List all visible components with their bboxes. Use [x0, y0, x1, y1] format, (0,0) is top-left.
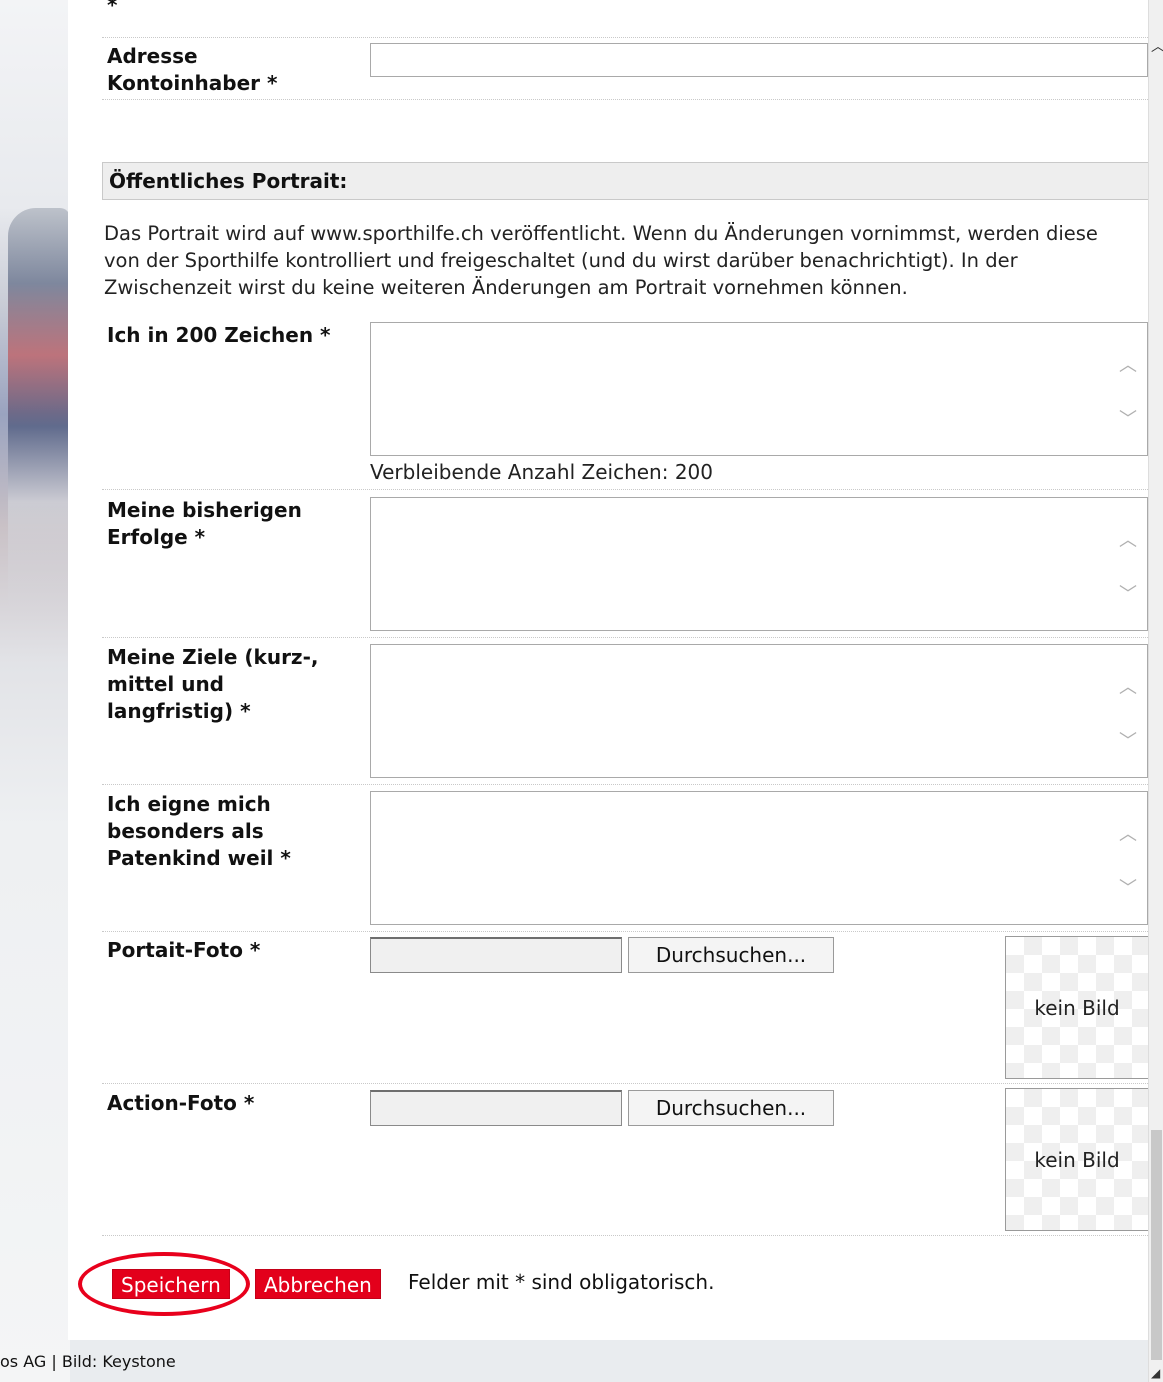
top-label-asterisk: * — [107, 0, 118, 17]
portrait-photo-browse-button[interactable]: Durchsuchen... — [628, 937, 834, 973]
chevron-up-icon[interactable]: ︿ — [1151, 36, 1163, 56]
portrait-photo-label: Portait-Foto * — [107, 938, 261, 962]
scroll-down-icon[interactable]: ﹀ — [1119, 727, 1137, 753]
divider — [102, 1083, 1148, 1084]
cancel-button[interactable]: Abbrechen — [255, 1269, 381, 1299]
divider — [102, 37, 1148, 38]
divider — [102, 99, 1148, 100]
scroll-down-icon[interactable]: ﹀ — [1119, 405, 1137, 431]
required-fields-note: Felder mit * sind obligatorisch. — [408, 1270, 715, 1294]
chevron-down-icon[interactable]: ◢ — [1151, 1366, 1160, 1380]
page-scrollbar[interactable]: ︿ ◢ — [1148, 0, 1163, 1382]
divider — [102, 637, 1148, 638]
scroll-down-icon[interactable]: ﹀ — [1119, 874, 1137, 900]
scrollbar-thumb[interactable] — [1151, 1130, 1162, 1360]
portrait-description: Das Portrait wird auf www.sporthilfe.ch … — [104, 222, 1098, 299]
achievements-textarea[interactable]: ︿ ﹀ — [370, 497, 1148, 631]
address-holder-label: Adresse Kontoinhaber * — [107, 44, 278, 95]
scroll-up-icon[interactable]: ︿ — [1119, 820, 1137, 846]
background-athlete-image — [8, 208, 70, 628]
goals-textarea[interactable]: ︿ ﹀ — [370, 644, 1148, 778]
remaining-characters-counter: Verbleibende Anzahl Zeichen: 200 — [370, 460, 713, 484]
scroll-down-icon[interactable]: ﹀ — [1119, 580, 1137, 606]
scroll-up-icon[interactable]: ︿ — [1119, 351, 1137, 377]
action-photo-preview: kein Bild — [1005, 1088, 1148, 1231]
divider — [102, 1235, 1148, 1236]
action-photo-file-field[interactable] — [370, 1090, 622, 1126]
field-label-about-me: Ich in 200 Zeichen * — [107, 323, 331, 347]
divider — [102, 931, 1148, 932]
sponsor-reason-textarea[interactable]: ︿ ﹀ — [370, 791, 1148, 925]
scroll-up-icon[interactable]: ︿ — [1119, 526, 1137, 552]
about-me-textarea[interactable]: ︿ ﹀ — [370, 322, 1148, 456]
field-label-achievements: Meine bisherigen Erfolge * — [107, 498, 302, 549]
field-label-sponsor-reason: Ich eigne mich besonders als Patenkind w… — [107, 792, 291, 870]
divider — [102, 489, 1148, 490]
footer-credit: os AG | Bild: Keystone — [0, 1352, 176, 1371]
portrait-photo-preview: kein Bild — [1005, 936, 1148, 1079]
section-title: Öffentliches Portrait: — [102, 162, 1148, 200]
field-label-goals: Meine Ziele (kurz-, mittel und langfrist… — [107, 645, 319, 723]
action-photo-label: Action-Foto * — [107, 1091, 255, 1115]
portrait-photo-file-field[interactable] — [370, 937, 622, 973]
scroll-up-icon[interactable]: ︿ — [1119, 673, 1137, 699]
divider — [102, 784, 1148, 785]
address-holder-input[interactable] — [370, 43, 1148, 77]
action-photo-browse-button[interactable]: Durchsuchen... — [628, 1090, 834, 1126]
highlight-circle-annotation — [78, 1252, 250, 1316]
